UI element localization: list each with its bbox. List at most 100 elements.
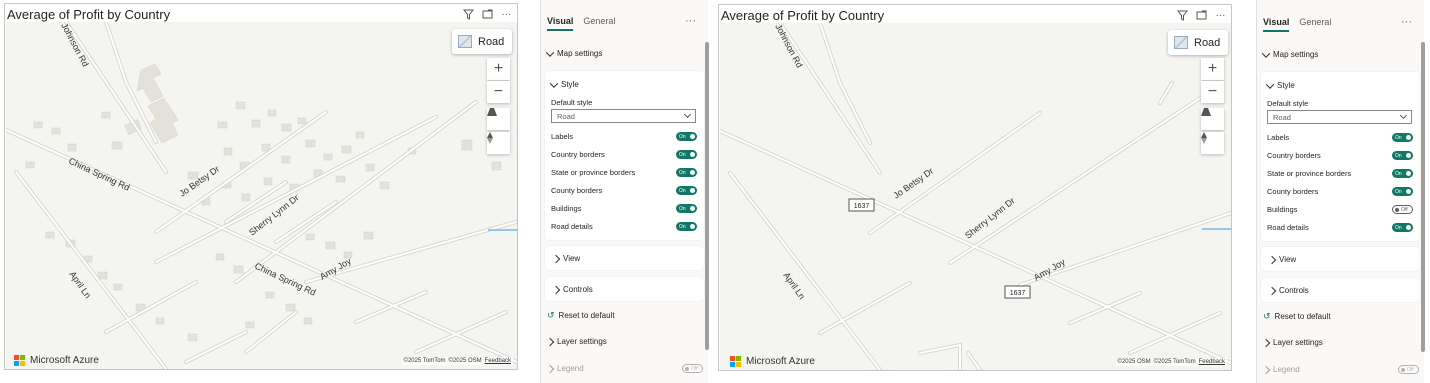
default-style-dropdown[interactable]: Road bbox=[1267, 110, 1412, 124]
street-label: Johnson Rd bbox=[59, 22, 90, 68]
chevron-right-icon bbox=[551, 254, 561, 263]
street-label: Jo Betsy Dr bbox=[891, 166, 935, 201]
street-label: China Spring Rd bbox=[67, 156, 131, 193]
street-label: April Ln bbox=[781, 270, 807, 301]
chevron-right-icon bbox=[1261, 338, 1271, 347]
layer-settings-header[interactable]: Layer settings bbox=[1261, 338, 1323, 347]
map-settings-header[interactable]: Map settings bbox=[545, 47, 602, 58]
labels-toggle[interactable]: On bbox=[676, 132, 697, 141]
controls-header: Controls bbox=[563, 285, 593, 294]
controls-card[interactable]: Controls bbox=[1261, 278, 1420, 302]
controls-card[interactable]: Controls bbox=[545, 277, 704, 301]
country-borders-toggle[interactable]: On bbox=[676, 150, 697, 159]
chevron-down-icon bbox=[1261, 48, 1271, 58]
more-options-icon[interactable]: ··· bbox=[1214, 9, 1227, 22]
chevron-down-icon bbox=[1399, 111, 1408, 120]
scrollbar[interactable] bbox=[1421, 42, 1425, 352]
reset-icon: ↺ bbox=[1263, 311, 1271, 321]
more-options-icon[interactable]: ··· bbox=[685, 15, 696, 27]
route-shield: 1637 bbox=[1004, 285, 1031, 299]
style-header[interactable]: Style bbox=[549, 78, 579, 89]
zoom-in-button[interactable]: + bbox=[487, 58, 510, 80]
map-style-button[interactable]: Road bbox=[452, 29, 513, 54]
map-visual-left[interactable]: Average of Profit by Country ··· Johnson… bbox=[4, 3, 518, 370]
state-borders-toggle[interactable]: On bbox=[676, 168, 697, 177]
road-details-toggle[interactable]: On bbox=[1392, 223, 1413, 232]
state-borders-toggle[interactable]: On bbox=[1392, 169, 1413, 178]
view-card[interactable]: View bbox=[545, 246, 704, 270]
map-style-button[interactable]: Road bbox=[1168, 30, 1229, 55]
toggle-label: Labels bbox=[1267, 133, 1290, 142]
default-style-label: Default style bbox=[551, 98, 593, 107]
svg-text:1637: 1637 bbox=[854, 203, 870, 210]
chevron-right-icon bbox=[545, 337, 555, 346]
visual-title: Average of Profit by Country bbox=[7, 7, 171, 22]
road-details-toggle[interactable]: On bbox=[676, 222, 697, 231]
chevron-down-icon bbox=[1265, 79, 1275, 89]
zoom-out-button[interactable]: − bbox=[487, 81, 510, 103]
focus-mode-icon[interactable] bbox=[481, 8, 494, 21]
chevron-right-icon bbox=[1267, 286, 1277, 295]
county-borders-toggle[interactable]: On bbox=[1392, 187, 1413, 196]
more-options-icon[interactable]: ··· bbox=[1401, 16, 1412, 28]
map-visual-right[interactable]: Average of Profit by Country ··· Johnson… bbox=[718, 4, 1232, 371]
legend-header[interactable]: Legend bbox=[1261, 365, 1300, 374]
legend-toggle[interactable]: Off bbox=[682, 364, 703, 373]
map-attribution: ©2025 OSM ©2025 TomTom Feedback bbox=[1115, 358, 1227, 366]
layer-settings-header[interactable]: Layer settings bbox=[545, 337, 607, 346]
buildings-toggle[interactable]: Off bbox=[1392, 205, 1413, 214]
reset-to-default-button[interactable]: ↺ Reset to default bbox=[547, 310, 615, 321]
chevron-right-icon bbox=[551, 285, 561, 294]
toggle-label: Country borders bbox=[551, 150, 605, 159]
street-label: April Ln bbox=[67, 269, 93, 300]
feedback-link[interactable]: Feedback bbox=[485, 358, 511, 364]
map-canvas[interactable]: Johnson Rd China Spring Rd Jo Betsy Dr S… bbox=[6, 22, 517, 369]
country-borders-toggle[interactable]: On bbox=[1392, 151, 1413, 160]
buildings-toggle[interactable]: On bbox=[676, 204, 697, 213]
filter-icon[interactable] bbox=[462, 8, 475, 21]
legend-toggle[interactable]: Off bbox=[1398, 365, 1419, 374]
tab-visual[interactable]: Visual bbox=[547, 16, 574, 31]
format-pane-left: Visual General ··· Map settings Style De… bbox=[540, 0, 709, 383]
view-card[interactable]: View bbox=[1261, 247, 1420, 271]
pitch-button[interactable] bbox=[1201, 108, 1224, 130]
street-label: Johnson Rd bbox=[773, 23, 804, 69]
pitch-icon bbox=[1201, 108, 1211, 116]
pitch-button[interactable] bbox=[487, 108, 510, 130]
view-header: View bbox=[563, 254, 581, 263]
map-style-label: Road bbox=[1194, 36, 1221, 49]
feedback-link[interactable]: Feedback bbox=[1199, 359, 1225, 365]
street-label: Sherry Lynn Dr bbox=[963, 196, 1017, 241]
default-style-dropdown[interactable]: Road bbox=[551, 109, 696, 123]
zoom-in-button[interactable]: + bbox=[1201, 58, 1224, 80]
compass-button[interactable] bbox=[487, 132, 510, 154]
county-borders-toggle[interactable]: On bbox=[676, 186, 697, 195]
tab-visual[interactable]: Visual bbox=[1263, 17, 1290, 32]
tab-general[interactable]: General bbox=[583, 16, 615, 31]
more-options-icon[interactable]: ··· bbox=[500, 8, 513, 21]
style-card: Style Default style Road Labels On Count… bbox=[1261, 72, 1420, 241]
compass-icon bbox=[1201, 132, 1207, 144]
reset-to-default-button[interactable]: ↺ Reset to default bbox=[1263, 311, 1331, 322]
chevron-down-icon bbox=[683, 110, 692, 119]
legend-header[interactable]: Legend bbox=[545, 364, 584, 373]
scrollbar[interactable] bbox=[705, 42, 709, 350]
map-settings-header[interactable]: Map settings bbox=[1261, 48, 1318, 59]
default-style-label: Default style bbox=[1267, 99, 1309, 108]
style-card: Style Default style Road Labels On Count… bbox=[545, 71, 704, 240]
map-canvas[interactable]: Johnson Rd Jo Betsy Dr Sherry Lynn Dr Am… bbox=[720, 23, 1231, 370]
chevron-right-icon bbox=[1261, 365, 1271, 374]
zoom-out-button[interactable]: − bbox=[1201, 81, 1224, 103]
toggle-label: County borders bbox=[1267, 187, 1319, 196]
toggle-label: Labels bbox=[551, 132, 574, 141]
focus-mode-icon[interactable] bbox=[1195, 9, 1208, 22]
compass-button[interactable] bbox=[1201, 132, 1224, 154]
labels-toggle[interactable]: On bbox=[1392, 133, 1413, 142]
toggle-label: State or province borders bbox=[551, 168, 636, 177]
route-shield: 1637 bbox=[848, 198, 875, 212]
compass-icon bbox=[487, 132, 493, 144]
style-header[interactable]: Style bbox=[1265, 79, 1295, 90]
toggle-label: Buildings bbox=[1267, 205, 1298, 214]
tab-general[interactable]: General bbox=[1299, 17, 1331, 32]
filter-icon[interactable] bbox=[1176, 9, 1189, 22]
